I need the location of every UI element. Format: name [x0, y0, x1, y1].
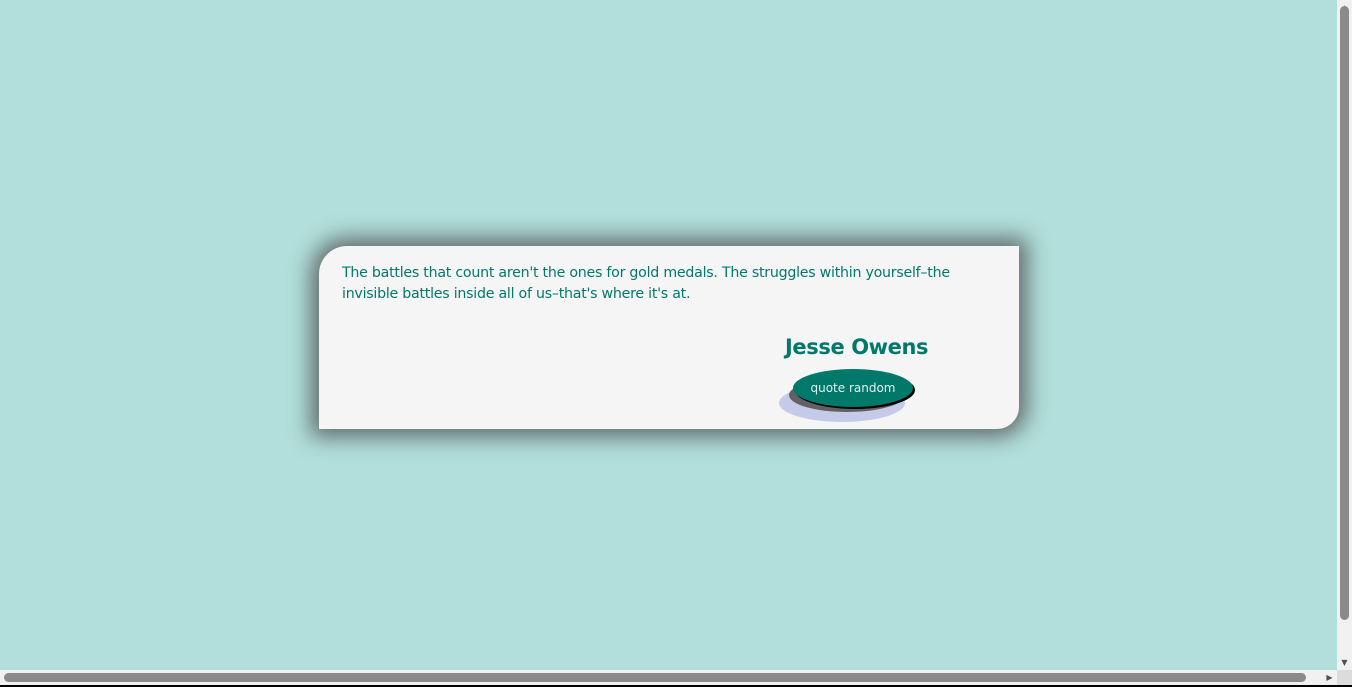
scrollbar-corner [1337, 670, 1352, 685]
quote-author: Jesse Owens [785, 335, 929, 359]
quote-button-group: quote random [779, 369, 919, 425]
scroll-down-arrow-icon[interactable]: ▼ [1337, 655, 1352, 670]
vertical-scroll-thumb[interactable] [1340, 6, 1349, 620]
vertical-scrollbar[interactable]: ▲ ▼ [1337, 0, 1352, 670]
horizontal-scrollbar[interactable]: ▶ [0, 670, 1337, 685]
quote-box: The battles that count aren't the ones f… [319, 246, 1019, 429]
horizontal-scroll-thumb[interactable] [4, 673, 1306, 682]
page-viewport: The battles that count aren't the ones f… [0, 0, 1337, 670]
quote-random-button[interactable]: quote random [793, 369, 913, 407]
scroll-right-arrow-icon[interactable]: ▶ [1322, 670, 1337, 685]
quote-text: The battles that count aren't the ones f… [342, 265, 950, 302]
